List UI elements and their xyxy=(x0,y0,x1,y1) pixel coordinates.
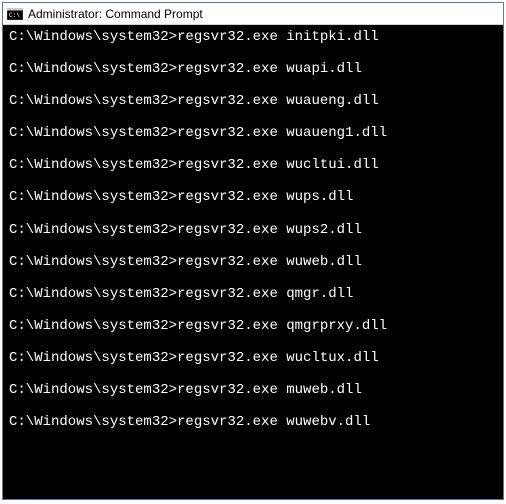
terminal-line: C:\Windows\system32>regsvr32.exe muweb.d… xyxy=(9,382,497,398)
terminal-blank xyxy=(9,206,497,222)
terminal-line: C:\Windows\system32>regsvr32.exe wucltui… xyxy=(9,157,497,173)
terminal-output[interactable]: C:\Windows\system32>regsvr32.exe initpki… xyxy=(3,25,503,499)
terminal-blank xyxy=(9,45,497,61)
terminal-line: C:\Windows\system32>regsvr32.exe wups.dl… xyxy=(9,189,497,205)
terminal-blank xyxy=(9,141,497,157)
terminal-blank xyxy=(9,334,497,350)
svg-text:C:\: C:\ xyxy=(9,12,20,19)
titlebar[interactable]: C:\ Administrator: Command Prompt xyxy=(3,3,503,25)
command-prompt-window: C:\ Administrator: Command Prompt C:\Win… xyxy=(2,2,504,500)
terminal-blank xyxy=(9,398,497,414)
terminal-line: C:\Windows\system32>regsvr32.exe wuapi.d… xyxy=(9,61,497,77)
terminal-line: C:\Windows\system32>regsvr32.exe wuweb.d… xyxy=(9,254,497,270)
terminal-line: C:\Windows\system32>regsvr32.exe wups2.d… xyxy=(9,222,497,238)
terminal-blank xyxy=(9,302,497,318)
terminal-line: C:\Windows\system32>regsvr32.exe qmgr.dl… xyxy=(9,286,497,302)
terminal-line: C:\Windows\system32>regsvr32.exe initpki… xyxy=(9,29,497,45)
terminal-blank xyxy=(9,173,497,189)
terminal-blank xyxy=(9,109,497,125)
window-title: Administrator: Command Prompt xyxy=(28,7,203,21)
terminal-line: C:\Windows\system32>regsvr32.exe wuaueng… xyxy=(9,93,497,109)
terminal-blank xyxy=(9,366,497,382)
terminal-line: C:\Windows\system32>regsvr32.exe wuwebv.… xyxy=(9,414,497,430)
terminal-blank xyxy=(9,270,497,286)
terminal-line: C:\Windows\system32>regsvr32.exe wucltux… xyxy=(9,350,497,366)
command-prompt-icon: C:\ xyxy=(7,7,23,21)
terminal-line: C:\Windows\system32>regsvr32.exe qmgrprx… xyxy=(9,318,497,334)
terminal-line: C:\Windows\system32>regsvr32.exe wuaueng… xyxy=(9,125,497,141)
terminal-blank xyxy=(9,77,497,93)
terminal-blank xyxy=(9,238,497,254)
